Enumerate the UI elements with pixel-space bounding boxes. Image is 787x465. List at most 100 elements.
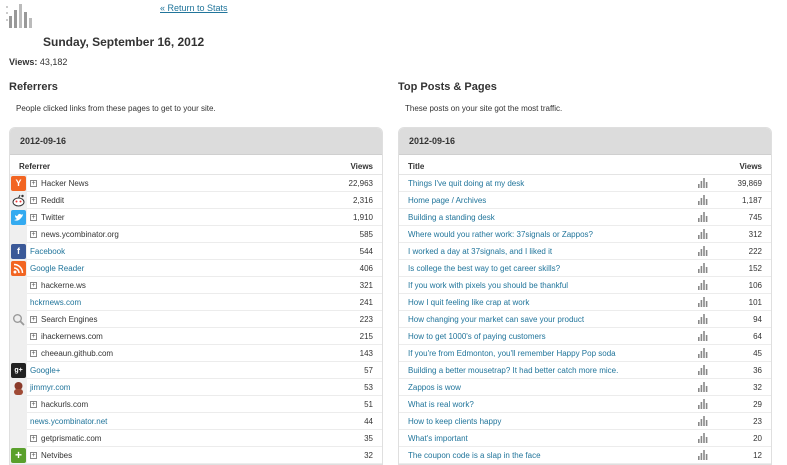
top-posts-list: Things I've quit doing at my desk 39,869 H… <box>399 175 771 464</box>
referrer-views: 406 <box>359 263 373 273</box>
views-label: Views: <box>9 57 38 67</box>
referrers-column-header: Referrer Views <box>10 155 382 175</box>
post-stats-chart-icon[interactable] <box>695 263 711 273</box>
referrers-list: Y + Hacker News 22,963 + Reddit 2,316 + Twitter 1… <box>10 174 382 464</box>
referrer-views: 241 <box>359 297 373 307</box>
post-row: If you're from Edmonton, you'll remember… <box>399 345 771 362</box>
referrer-row: hckrnews.com 241 <box>10 293 382 311</box>
referrer-name: + cheeaun.github.com <box>27 349 322 358</box>
expand-plus-icon[interactable]: + <box>30 434 37 442</box>
post-row: What's important 20 <box>399 430 771 447</box>
blank-icon <box>10 276 27 294</box>
post-name: If you're from Edmonton, you'll remember… <box>399 349 695 358</box>
post-title-link[interactable]: How I quit feeling like crap at work <box>408 298 529 307</box>
post-title-link[interactable]: What is real work? <box>408 400 474 409</box>
post-row: If you work with pixels you should be th… <box>399 277 771 294</box>
referrer-views: 44 <box>364 416 373 426</box>
expand-plus-icon[interactable]: + <box>30 315 37 323</box>
referrer-row: + Twitter 1,910 <box>10 208 382 226</box>
post-row: I worked a day at 37signals, and I liked… <box>399 243 771 260</box>
post-stats-chart-icon[interactable] <box>695 246 711 256</box>
referrer-views: 544 <box>359 246 373 256</box>
referrer-column-label: Referrer <box>19 162 51 171</box>
post-stats-chart-icon[interactable] <box>695 229 711 239</box>
referrer-link[interactable]: Facebook <box>30 247 65 256</box>
expand-plus-icon[interactable]: + <box>30 213 37 221</box>
referrer-link[interactable]: jimmyr.com <box>30 383 70 392</box>
blank-icon <box>10 395 27 413</box>
expand-plus-icon[interactable]: + <box>30 451 37 459</box>
post-title-link[interactable]: If you work with pixels you should be th… <box>408 281 568 290</box>
top-posts-date-header: 2012-09-16 <box>399 128 771 155</box>
post-views: 12 <box>753 450 762 460</box>
referrer-views: 22,963 <box>348 178 373 188</box>
post-title-link[interactable]: If you're from Edmonton, you'll remember… <box>408 349 616 358</box>
post-title-link[interactable]: Where would you rather work: 37signals o… <box>408 230 593 239</box>
referrer-row: Google Reader 406 <box>10 259 382 277</box>
referrer-row: g+ Google+ 57 <box>10 361 382 379</box>
referrer-link[interactable]: news.ycombinator.net <box>30 417 107 426</box>
post-stats-chart-icon[interactable] <box>695 382 711 392</box>
post-title-link[interactable]: The coupon code is a slap in the face <box>408 451 541 460</box>
referrer-label: getprismatic.com <box>41 433 102 443</box>
expand-plus-icon[interactable]: + <box>30 332 37 340</box>
referrer-name: news.ycombinator.net <box>27 417 322 426</box>
post-name: How to get 1000's of paying customers <box>399 332 695 341</box>
post-views: 222 <box>748 246 762 256</box>
post-title-link[interactable]: Building a better mousetrap? It had bett… <box>408 366 618 375</box>
post-title-link[interactable]: Things I've quit doing at my desk <box>408 179 524 188</box>
post-stats-chart-icon[interactable] <box>695 314 711 324</box>
referrer-row: f Facebook 544 <box>10 242 382 260</box>
post-title-link[interactable]: Zappos is wow <box>408 383 461 392</box>
expand-plus-icon[interactable]: + <box>30 230 37 238</box>
referrer-link[interactable]: Google+ <box>30 366 60 375</box>
top-posts-description: These posts on your site got the most tr… <box>405 104 563 113</box>
post-stats-chart-icon[interactable] <box>695 280 711 290</box>
referrer-link[interactable]: Google Reader <box>30 264 84 273</box>
referrers-title: Referrers <box>9 81 58 93</box>
post-name: Home page / Archives <box>399 196 695 205</box>
referrer-views: 2,316 <box>352 195 373 205</box>
return-to-stats-link[interactable]: « Return to Stats <box>160 3 228 13</box>
post-stats-chart-icon[interactable] <box>695 433 711 443</box>
stats-logo-icon <box>6 4 32 28</box>
expand-plus-icon[interactable]: + <box>30 281 37 289</box>
post-title-link[interactable]: How to get 1000's of paying customers <box>408 332 546 341</box>
post-title-link[interactable]: I worked a day at 37signals, and I liked… <box>408 247 552 256</box>
referrer-name: + Hacker News <box>27 179 322 188</box>
post-views: 312 <box>748 229 762 239</box>
post-stats-chart-icon[interactable] <box>695 399 711 409</box>
post-name: What's important <box>399 434 695 443</box>
post-stats-chart-icon[interactable] <box>695 195 711 205</box>
post-stats-chart-icon[interactable] <box>695 365 711 375</box>
post-stats-chart-icon[interactable] <box>695 212 711 222</box>
post-title-link[interactable]: How to keep clients happy <box>408 417 501 426</box>
expand-plus-icon[interactable]: + <box>30 349 37 357</box>
referrer-views: 215 <box>359 331 373 341</box>
referrer-views: 1,910 <box>352 212 373 222</box>
referrer-row: + Search Engines 223 <box>10 310 382 328</box>
post-stats-chart-icon[interactable] <box>695 178 711 188</box>
post-stats-chart-icon[interactable] <box>695 450 711 460</box>
expand-plus-icon[interactable]: + <box>30 179 37 187</box>
referrer-row: + hackerne.ws 321 <box>10 276 382 294</box>
expand-plus-icon[interactable]: + <box>30 400 37 408</box>
post-row: How I quit feeling like crap at work 101 <box>399 294 771 311</box>
post-title-link[interactable]: How changing your market can save your p… <box>408 315 584 324</box>
post-stats-chart-icon[interactable] <box>695 348 711 358</box>
google-plus-icon: g+ <box>10 361 27 379</box>
expand-plus-icon[interactable]: + <box>30 196 37 204</box>
reddit-icon <box>10 191 27 209</box>
referrer-name: + hackerne.ws <box>27 281 322 290</box>
post-stats-chart-icon[interactable] <box>695 331 711 341</box>
post-title-link[interactable]: Is college the best way to get career sk… <box>408 264 560 273</box>
post-title-link[interactable]: Building a standing desk <box>408 213 495 222</box>
referrer-label: Search Engines <box>41 314 98 324</box>
post-title-link[interactable]: What's important <box>408 434 468 443</box>
post-title-link[interactable]: Home page / Archives <box>408 196 486 205</box>
post-row: Building a standing desk 745 <box>399 209 771 226</box>
post-stats-chart-icon[interactable] <box>695 297 711 307</box>
rss-icon <box>10 259 27 277</box>
post-stats-chart-icon[interactable] <box>695 416 711 426</box>
referrer-link[interactable]: hckrnews.com <box>30 298 81 307</box>
